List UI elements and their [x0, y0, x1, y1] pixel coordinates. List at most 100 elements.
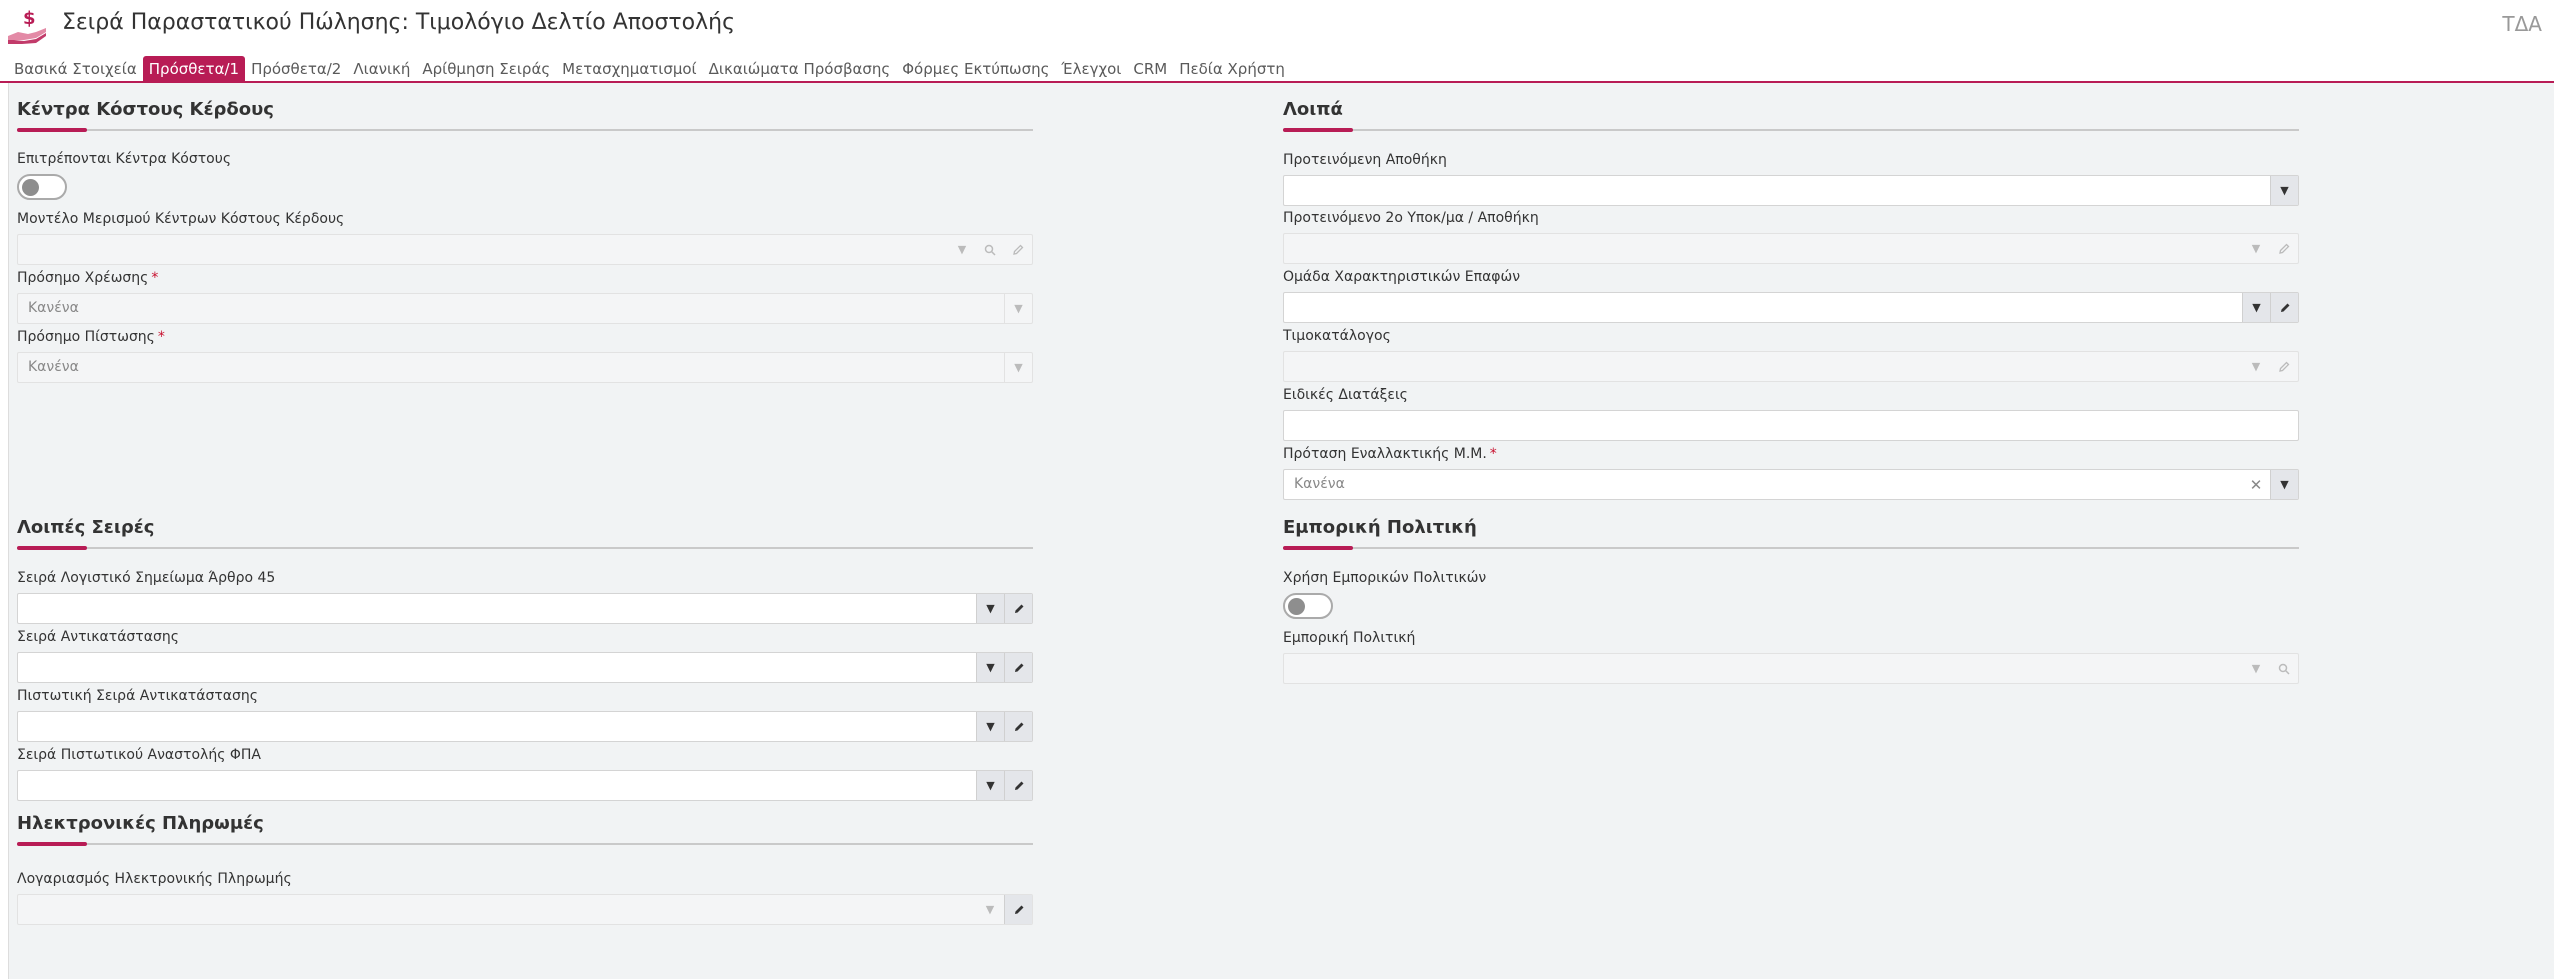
field-label: Ομάδα Χαρακτηριστικών Επαφών — [1283, 269, 1521, 285]
pencil-icon[interactable] — [1004, 895, 1032, 924]
credit-sign-select[interactable]: Κανένα ▼ — [17, 352, 1033, 383]
commercial-policy-input[interactable]: ▼ — [1283, 653, 2299, 684]
commercial-policy-field: Εμπορική Πολιτική ▼ — [1283, 629, 2299, 684]
chevron-down-icon[interactable]: ▼ — [976, 712, 1004, 741]
debit-sign-select[interactable]: Κανένα ▼ — [17, 293, 1033, 324]
pencil-icon[interactable] — [2270, 352, 2298, 381]
search-icon[interactable] — [2270, 654, 2298, 683]
pencil-icon[interactable] — [1004, 594, 1032, 623]
art45-series-input[interactable]: ▼ — [17, 593, 1033, 624]
tab-user-fields[interactable]: Πεδία Χρήστη — [1173, 56, 1291, 82]
tab-print-forms[interactable]: Φόρμες Εκτύπωσης — [896, 56, 1055, 82]
field-label: Χρήση Εμπορικών Πολιτικών — [1283, 570, 1487, 586]
pencil-icon[interactable] — [1004, 771, 1032, 800]
chevron-down-icon[interactable]: ▼ — [2242, 234, 2270, 263]
alt-unit-select[interactable]: Κανένα ✕ ▼ — [1283, 469, 2299, 500]
field-label: Πρόταση Εναλλακτικής Μ.Μ. * — [1283, 446, 1497, 462]
header: $ Σειρά Παραστατικού Πώλησης: Τιμολόγιο … — [0, 0, 2554, 52]
field-label: Πρόσημο Πίστωσης * — [17, 329, 165, 345]
field-label: Μοντέλο Μερισμού Κέντρων Κόστους Κέρδους — [17, 211, 345, 227]
allow-cost-centers-field: Επιτρέπονται Κέντρα Κόστους — [17, 150, 317, 200]
section-title: Λοιπά — [1283, 99, 1343, 120]
suggested-branch-input[interactable]: ▼ — [1283, 233, 2299, 264]
pencil-icon[interactable] — [1004, 235, 1032, 264]
pricelist-field: Τιμοκατάλογος ▼ — [1283, 327, 2299, 382]
chevron-down-icon[interactable]: ▼ — [1004, 353, 1032, 382]
chevron-down-icon[interactable]: ▼ — [976, 771, 1004, 800]
chevron-down-icon[interactable]: ▼ — [976, 895, 1004, 924]
chevron-down-icon[interactable]: ▼ — [2242, 293, 2270, 322]
section-other: Λοιπά — [1283, 97, 2299, 132]
field-label: Σειρά Λογιστικό Σημείωμα Άρθρο 45 — [17, 570, 276, 586]
svg-text:$: $ — [23, 8, 36, 29]
tab-retail[interactable]: Λιανική — [347, 56, 416, 82]
chevron-down-icon[interactable]: ▼ — [976, 653, 1004, 682]
special-provisions-input[interactable] — [1283, 410, 2299, 441]
series-code: ΤΔΑ — [2502, 12, 2542, 36]
page-title: Σειρά Παραστατικού Πώλησης: Τιμολόγιο Δε… — [62, 10, 735, 35]
field-label: Προτεινόμενο 2ο Υποκ/μα / Αποθήκη — [1283, 210, 1539, 226]
field-label: Σειρά Αντικατάστασης — [17, 629, 179, 645]
search-icon[interactable] — [976, 235, 1004, 264]
chevron-down-icon[interactable]: ▼ — [2242, 654, 2270, 683]
clear-icon[interactable]: ✕ — [2242, 470, 2270, 499]
field-label: Πρόσημο Χρέωσης * — [17, 270, 159, 286]
pencil-icon[interactable] — [2270, 293, 2298, 322]
section-title: Κέντρα Κόστους Κέρδους — [17, 99, 274, 120]
chevron-down-icon[interactable]: ▼ — [2270, 176, 2298, 205]
tab-checks[interactable]: Έλεγχοι — [1055, 56, 1127, 82]
vat-suspension-series-input[interactable]: ▼ — [17, 770, 1033, 801]
contact-group-field: Ομάδα Χαρακτηριστικών Επαφών ▼ — [1283, 268, 2299, 323]
tab-access-rights[interactable]: Δικαιώματα Πρόσβασης — [703, 56, 897, 82]
section-divider — [17, 546, 1033, 550]
pencil-icon[interactable] — [1004, 653, 1032, 682]
tab-crm[interactable]: CRM — [1127, 56, 1173, 82]
tab-bar: Βασικά Στοιχεία Πρόσθετα/1 Πρόσθετα/2 Λι… — [8, 56, 1291, 82]
tab-transformations[interactable]: Μετασχηματισμοί — [556, 56, 703, 82]
special-provisions-field: Ειδικές Διατάξεις — [1283, 386, 2299, 441]
form-content: Κέντρα Κόστους Κέρδους Επιτρέπονται Κέντ… — [8, 83, 2554, 979]
section-divider — [1283, 128, 2299, 132]
field-label: Προτεινόμενη Αποθήκη — [1283, 152, 1447, 168]
credit-sign-value: Κανένα — [28, 359, 79, 375]
section-title: Ηλεκτρονικές Πληρωμές — [17, 813, 264, 834]
debit-sign-value: Κανένα — [28, 300, 79, 316]
chevron-down-icon[interactable]: ▼ — [2242, 352, 2270, 381]
tab-numbering[interactable]: Αρίθμηση Σειράς — [416, 56, 556, 82]
field-label: Σειρά Πιστωτικού Αναστολής ΦΠΑ — [17, 747, 261, 763]
suggested-warehouse-field: Προτεινόμενη Αποθήκη ▼ — [1283, 151, 2299, 206]
field-label: Εμπορική Πολιτική — [1283, 630, 1416, 646]
credit-replacement-series-input[interactable]: ▼ — [17, 711, 1033, 742]
pricelist-input[interactable]: ▼ — [1283, 351, 2299, 382]
use-commercial-policies-field: Χρήση Εμπορικών Πολιτικών — [1283, 569, 1583, 619]
debit-sign-field: Πρόσημο Χρέωσης * Κανένα ▼ — [17, 269, 1033, 324]
chevron-down-icon[interactable]: ▼ — [2270, 470, 2298, 499]
allow-cost-centers-toggle[interactable] — [17, 174, 67, 200]
suggested-warehouse-select[interactable]: ▼ — [1283, 175, 2299, 206]
contact-group-input[interactable]: ▼ — [1283, 292, 2299, 323]
section-commercial-policy: Εμπορική Πολιτική — [1283, 515, 2299, 550]
chevron-down-icon[interactable]: ▼ — [1004, 294, 1032, 323]
chevron-down-icon[interactable]: ▼ — [976, 594, 1004, 623]
tab-additional-2[interactable]: Πρόσθετα/2 — [245, 56, 347, 82]
epay-account-input[interactable]: ▼ — [17, 894, 1033, 925]
alt-unit-value: Κανένα — [1294, 476, 1345, 492]
section-title: Εμπορική Πολιτική — [1283, 517, 1477, 538]
field-label: Επιτρέπονται Κέντρα Κόστους — [17, 151, 232, 167]
section-other-series: Λοιπές Σειρές — [17, 515, 1033, 550]
replacement-series-input[interactable]: ▼ — [17, 652, 1033, 683]
tab-basic[interactable]: Βασικά Στοιχεία — [8, 56, 143, 82]
chevron-down-icon[interactable]: ▼ — [948, 235, 976, 264]
field-label: Λογαριασμός Ηλεκτρονικής Πληρωμής — [17, 871, 292, 887]
allocation-model-input[interactable]: ▼ — [17, 234, 1033, 265]
pencil-icon[interactable] — [2270, 234, 2298, 263]
field-label: Ειδικές Διατάξεις — [1283, 387, 1408, 403]
section-electronic-payments: Ηλεκτρονικές Πληρωμές — [17, 811, 1033, 846]
section-divider — [17, 128, 1033, 132]
tab-additional-1[interactable]: Πρόσθετα/1 — [142, 56, 246, 82]
field-label: Τιμοκατάλογος — [1283, 328, 1391, 344]
credit-sign-field: Πρόσημο Πίστωσης * Κανένα ▼ — [17, 328, 1033, 383]
vat-suspension-series-field: Σειρά Πιστωτικού Αναστολής ΦΠΑ ▼ — [17, 746, 1033, 801]
pencil-icon[interactable] — [1004, 712, 1032, 741]
use-commercial-policies-toggle[interactable] — [1283, 593, 1333, 619]
